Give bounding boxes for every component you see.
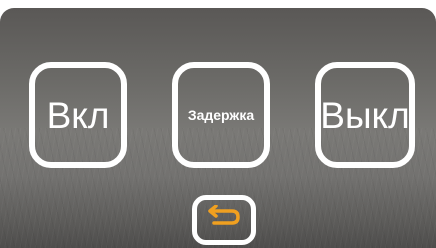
off-button-label: Выкл	[320, 94, 410, 136]
return-arrow-icon	[204, 203, 244, 236]
control-panel: Вкл Задержка Выкл	[0, 8, 436, 248]
delay-button[interactable]: Задержка	[172, 62, 270, 168]
off-button[interactable]: Выкл	[315, 62, 415, 168]
on-button[interactable]: Вкл	[29, 62, 127, 168]
on-button-label: Вкл	[46, 94, 110, 136]
delay-button-label: Задержка	[187, 107, 255, 123]
back-button[interactable]	[192, 195, 256, 245]
